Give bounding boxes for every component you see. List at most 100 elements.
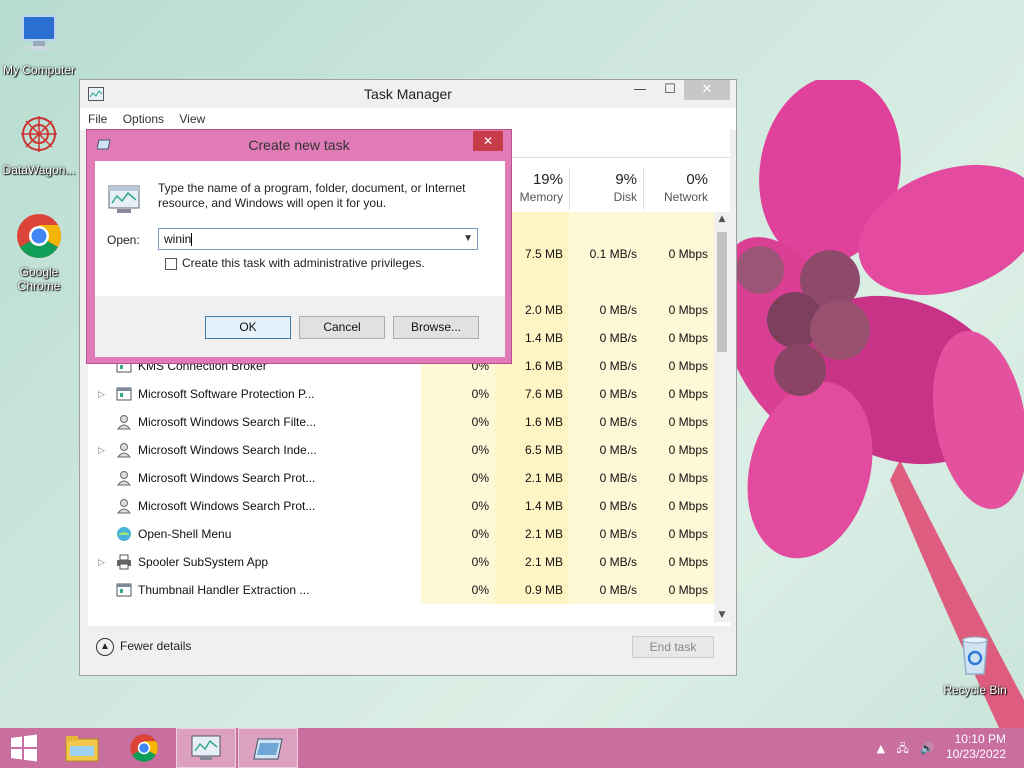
desktop-icon-my-computer[interactable]: My Computer bbox=[1, 10, 77, 77]
table-row[interactable]: Microsoft Windows Search Filte... 0% 1.6 M… bbox=[88, 408, 714, 436]
table-row[interactable]: Thumbnail Handler Extraction ... 0% 0.9 MB… bbox=[88, 576, 714, 604]
table-row[interactable]: Microsoft Windows Search Prot... 0% 1.4 MB… bbox=[88, 492, 714, 520]
open-combobox[interactable]: winin ▼ bbox=[158, 228, 478, 250]
window-icon bbox=[116, 386, 132, 402]
cpu-cell: 0% bbox=[421, 520, 495, 548]
desktop-icon-datawagon[interactable]: DataWagon... bbox=[1, 110, 77, 177]
network-cell: 0 Mbps bbox=[643, 548, 714, 576]
memory-cell: 2.1 MB bbox=[495, 548, 569, 576]
user-icon bbox=[116, 470, 132, 486]
process-name: Microsoft Software Protection P... bbox=[138, 387, 315, 401]
taskbar-chrome[interactable] bbox=[114, 728, 174, 768]
table-row[interactable]: ▷ Microsoft Software Protection P... 0% 7.6… bbox=[88, 380, 714, 408]
menu-options[interactable]: Options bbox=[123, 108, 164, 130]
user-icon bbox=[116, 498, 132, 514]
cpu-cell: 0% bbox=[421, 492, 495, 520]
process-name: Microsoft Windows Search Prot... bbox=[138, 499, 316, 513]
table-row[interactable]: ▷ Microsoft Windows Search Inde... 0% 6.5 M… bbox=[88, 436, 714, 464]
menu-view[interactable]: View bbox=[179, 108, 205, 130]
browse-button[interactable]: Browse... bbox=[393, 316, 479, 339]
memory-cell: 2.1 MB bbox=[495, 464, 569, 492]
ok-button[interactable]: OK bbox=[205, 316, 291, 339]
maximize-button[interactable]: ☐ bbox=[656, 80, 684, 100]
disk-cell: 0 MB/s bbox=[569, 436, 643, 464]
cpu-cell: 0% bbox=[421, 576, 495, 604]
network-label: Network bbox=[663, 190, 708, 204]
checkbox-box[interactable] bbox=[165, 257, 177, 270]
disk-cell: 0 MB/s bbox=[569, 296, 643, 324]
memory-cell: 0.9 MB bbox=[495, 576, 569, 604]
network-cell: 0 Mbps bbox=[643, 492, 714, 520]
dialog-title: Create new task bbox=[248, 137, 350, 153]
network-cell: 0 Mbps bbox=[643, 464, 714, 492]
dialog-close-button[interactable]: ✕ bbox=[473, 131, 503, 151]
datawagon-icon bbox=[21, 116, 57, 152]
process-name: Microsoft Windows Search Inde... bbox=[138, 443, 317, 457]
checkbox-label: Create this task with administrative pri… bbox=[182, 256, 425, 270]
process-name: Microsoft Windows Search Filte... bbox=[138, 415, 317, 429]
taskbar-task-manager[interactable] bbox=[176, 728, 236, 768]
open-input-value[interactable]: winin bbox=[164, 232, 191, 246]
network-icon[interactable]: 🖧 bbox=[897, 742, 909, 755]
task-icon bbox=[108, 185, 140, 213]
admin-privileges-checkbox[interactable]: Create this task with administrative pri… bbox=[165, 256, 425, 270]
shell-icon bbox=[116, 526, 132, 542]
footer: ▲ Fewer details End task bbox=[88, 626, 730, 670]
disk-cell: 0 MB/s bbox=[569, 352, 643, 380]
disk-percent: 9% bbox=[615, 171, 637, 188]
table-row[interactable]: ▷ Spooler SubSystem App 0% 2.1 MB 0 MB/s 0 Mb… bbox=[88, 548, 714, 576]
minimize-button[interactable]: — bbox=[626, 80, 654, 100]
network-cell bbox=[643, 268, 714, 296]
taskbar-file-explorer[interactable] bbox=[52, 728, 112, 768]
expand-chevron-icon[interactable]: ▷ bbox=[98, 436, 105, 464]
volume-icon[interactable]: 🔊 bbox=[920, 742, 934, 755]
text-caret bbox=[191, 233, 193, 247]
cpu-cell: 0% bbox=[421, 548, 495, 576]
create-new-task-dialog: Create new task ✕ Type the name of a pro… bbox=[86, 129, 512, 364]
recycle-bin-icon bbox=[962, 636, 988, 675]
clock[interactable]: 10:10 PM 10/23/2022 bbox=[946, 732, 1006, 762]
disk-label: Disk bbox=[613, 190, 637, 204]
close-button[interactable]: ✕ bbox=[684, 80, 730, 100]
disk-cell: 0 MB/s bbox=[569, 576, 643, 604]
scroll-down-icon[interactable]: ▼ bbox=[714, 610, 730, 620]
title-bar[interactable]: Task Manager — ☐ ✕ bbox=[80, 80, 736, 108]
end-task-button[interactable]: End task bbox=[632, 636, 714, 658]
vertical-scrollbar[interactable]: ▲ ▼ bbox=[714, 212, 730, 622]
expand-chevron-icon[interactable]: ▷ bbox=[98, 380, 105, 408]
column-disk[interactable]: 9% Disk bbox=[569, 168, 643, 210]
expand-chevron-icon[interactable]: ▷ bbox=[98, 548, 105, 576]
desktop-icon-recycle-bin[interactable]: Recycle Bin bbox=[937, 630, 1013, 697]
taskbar-run-dialog[interactable] bbox=[238, 728, 298, 768]
start-button[interactable] bbox=[0, 728, 48, 768]
scroll-up-icon[interactable]: ▲ bbox=[714, 214, 730, 224]
fewer-details-link[interactable]: ▲ Fewer details bbox=[96, 638, 191, 656]
disk-cell: 0 MB/s bbox=[569, 408, 643, 436]
desktop-icon-label: My Computer bbox=[2, 63, 76, 77]
desktop-icon-google-chrome[interactable]: Google Chrome bbox=[1, 212, 77, 293]
chevron-down-icon[interactable]: ▼ bbox=[463, 229, 473, 249]
dialog-description: Type the name of a program, folder, docu… bbox=[158, 181, 466, 210]
disk-cell: 0 MB/s bbox=[569, 324, 643, 352]
table-row[interactable]: Open-Shell Menu 0% 2.1 MB 0 MB/s 0 Mbps bbox=[88, 520, 714, 548]
menu-file[interactable]: File bbox=[88, 108, 107, 130]
network-cell: 0 Mbps bbox=[643, 296, 714, 324]
network-cell: 0 Mbps bbox=[643, 576, 714, 604]
network-percent: 0% bbox=[686, 171, 708, 188]
network-cell: 0 Mbps bbox=[643, 436, 714, 464]
column-network[interactable]: 0% Network bbox=[643, 168, 714, 210]
disk-cell: 0 MB/s bbox=[569, 548, 643, 576]
scroll-thumb[interactable] bbox=[717, 232, 727, 352]
network-cell bbox=[643, 212, 714, 240]
cancel-button[interactable]: Cancel bbox=[299, 316, 385, 339]
system-tray: ▲ 🖧 🔊 bbox=[869, 740, 934, 759]
table-row[interactable]: Microsoft Windows Search Prot... 0% 2.1 MB… bbox=[88, 464, 714, 492]
dialog-title-bar[interactable]: Create new task ✕ bbox=[87, 130, 511, 160]
memory-cell: 2.1 MB bbox=[495, 520, 569, 548]
tray-overflow-icon[interactable]: ▲ bbox=[877, 742, 885, 755]
disk-cell bbox=[569, 268, 643, 296]
run-icon bbox=[253, 738, 283, 760]
process-name: Spooler SubSystem App bbox=[138, 555, 269, 569]
desktop-icon-label: Google Chrome bbox=[17, 265, 61, 293]
folder-icon bbox=[65, 736, 99, 762]
